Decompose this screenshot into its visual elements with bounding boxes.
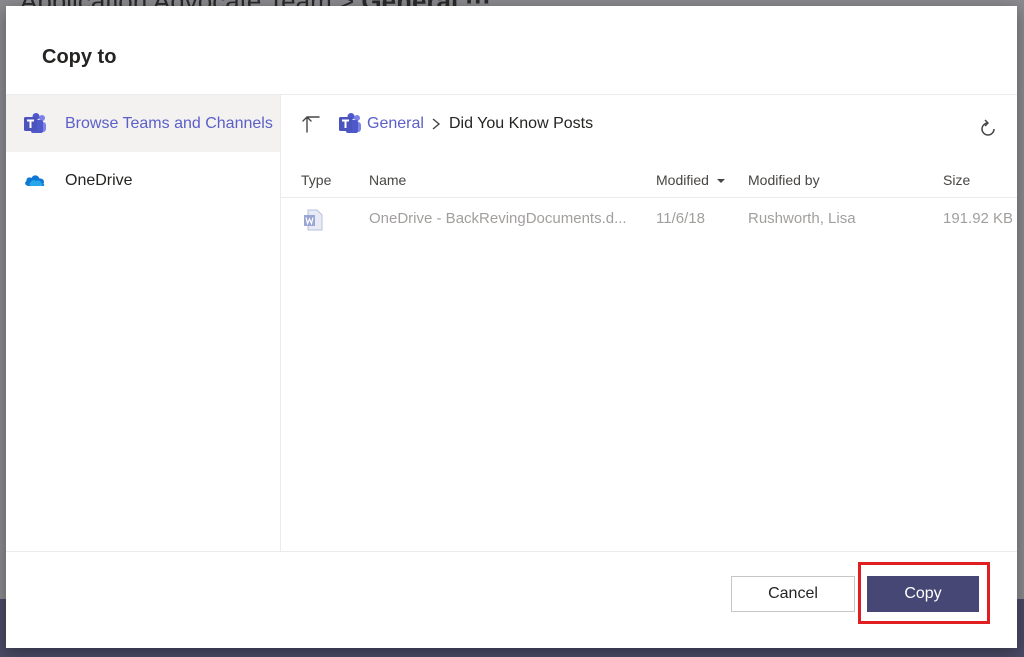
table-row[interactable]: OneDrive - BackRevingDocuments.d... 11/6…	[281, 198, 1017, 242]
file-name: OneDrive - BackRevingDocuments.d...	[369, 210, 627, 227]
word-file-icon	[304, 209, 323, 231]
footer-divider	[6, 551, 1017, 552]
file-size: 191.92 KB	[943, 210, 1014, 227]
column-header-name[interactable]: Name	[369, 172, 406, 188]
nav-item-browse-teams[interactable]: Browse Teams and Channels	[6, 95, 280, 152]
chevron-right-icon	[432, 118, 441, 130]
copy-to-dialog: Copy to Browse Teams and Channels OneDri…	[6, 6, 1017, 648]
file-browser-pane: General Did You Know Posts Type Name Mod…	[281, 95, 1017, 551]
file-table: Type Name Modified Modified by Size OneD…	[281, 159, 1017, 242]
column-header-modified-by[interactable]: Modified by	[748, 172, 820, 188]
column-header-size[interactable]: Size	[943, 172, 970, 188]
cancel-button[interactable]: Cancel	[731, 576, 855, 612]
copy-button[interactable]: Copy	[867, 576, 979, 612]
nav-item-label: Browse Teams and Channels	[65, 114, 273, 132]
onedrive-icon	[25, 174, 45, 186]
dialog-title: Copy to	[42, 46, 117, 68]
column-header-modified[interactable]: Modified	[656, 172, 726, 188]
refresh-icon[interactable]	[977, 118, 999, 140]
up-arrow-icon[interactable]	[301, 113, 323, 135]
file-modified-by: Rushworth, Lisa	[748, 210, 856, 227]
column-header-type: Type	[301, 172, 332, 188]
breadcrumb: General Did You Know Posts	[281, 95, 1017, 153]
breadcrumb-root-link[interactable]: General	[367, 115, 424, 133]
nav-item-onedrive[interactable]: OneDrive	[6, 152, 280, 209]
column-header-modified-label: Modified	[656, 172, 709, 188]
sort-descending-icon	[716, 179, 725, 183]
nav-item-label: OneDrive	[65, 171, 133, 189]
file-modified-date: 11/6/18	[656, 210, 705, 227]
breadcrumb-current: Did You Know Posts	[449, 115, 594, 132]
location-nav: Browse Teams and Channels OneDrive	[6, 95, 281, 551]
table-header: Type Name Modified Modified by Size	[281, 159, 1017, 198]
teams-icon	[339, 113, 361, 133]
teams-icon	[24, 112, 46, 133]
